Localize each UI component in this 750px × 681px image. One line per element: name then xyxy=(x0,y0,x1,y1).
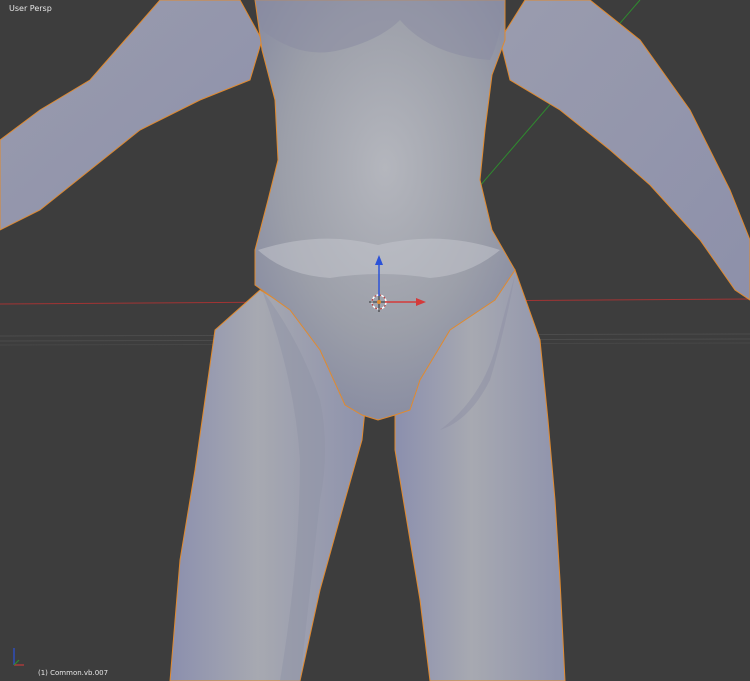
axes-orientation-icon xyxy=(13,648,24,666)
3d-viewport[interactable]: User Persp (1) Common.vb.007 xyxy=(0,0,750,681)
active-object-label: (1) Common.vb.007 xyxy=(38,669,109,677)
scene-canvas[interactable] xyxy=(0,0,750,681)
mesh-left-arm[interactable] xyxy=(0,0,263,231)
mesh-right-arm[interactable] xyxy=(499,0,750,301)
view-mode-label: User Persp xyxy=(9,4,52,13)
